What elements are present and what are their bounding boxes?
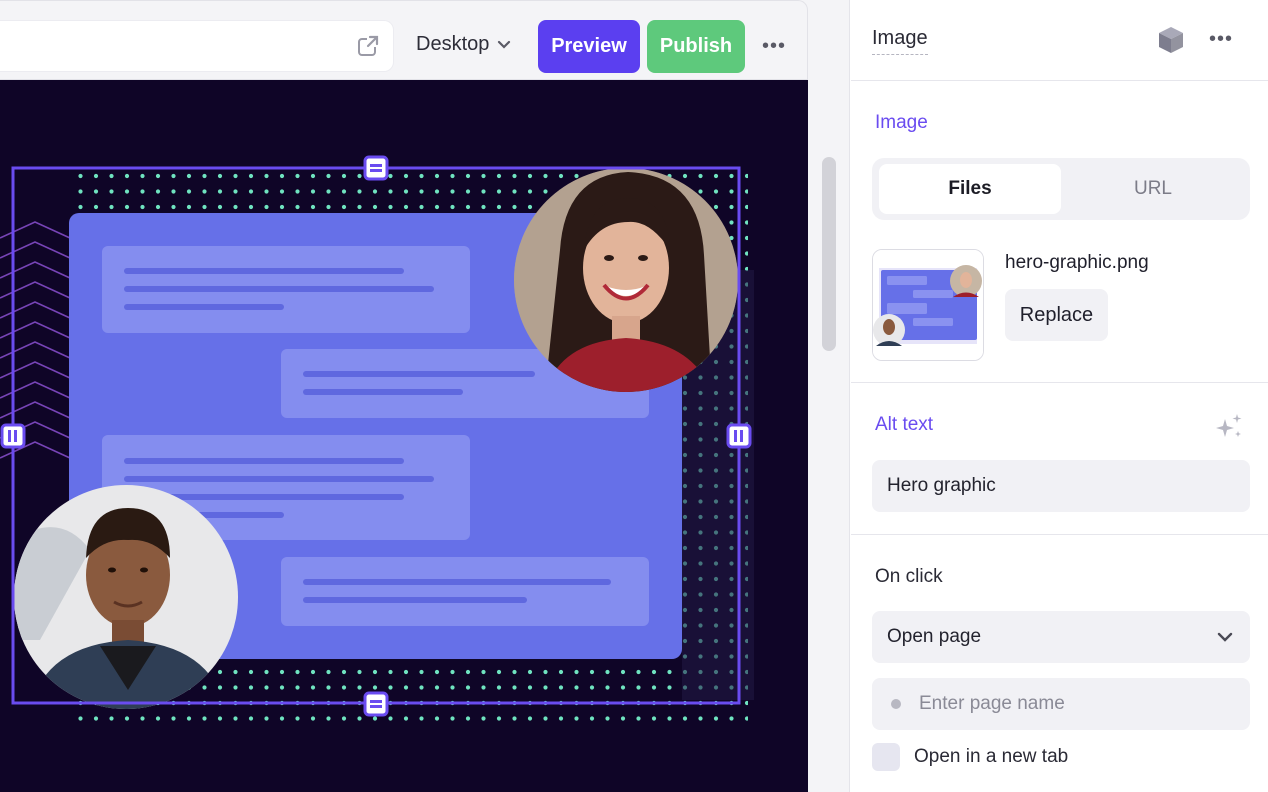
canvas-scrollbar[interactable]: [822, 157, 836, 351]
alt-text-label: Alt text: [875, 414, 934, 435]
panel-header: Image •••: [851, 0, 1268, 81]
alt-text-section: Alt text Hero graphic: [851, 383, 1268, 535]
chevron-down-icon: [498, 40, 511, 49]
properties-panel: Image ••• Image Files URL hero-graphic.p…: [851, 0, 1268, 792]
sparkle-icon[interactable]: [1213, 411, 1245, 443]
click-action-select[interactable]: Open page: [872, 611, 1250, 663]
cube-icon[interactable]: [1155, 24, 1187, 56]
editor-area: Desktop Preview Publish •••: [0, 0, 850, 792]
device-select[interactable]: Desktop: [416, 33, 511, 56]
chat-bubble: [281, 557, 649, 626]
click-action-value: Open page: [887, 626, 982, 647]
external-link-icon[interactable]: [357, 35, 379, 57]
url-bar[interactable]: [0, 20, 394, 72]
image-section: Image Files URL hero-graphic.png Replace: [851, 81, 1268, 383]
page-name-input[interactable]: Enter page name: [872, 678, 1250, 730]
new-tab-label: Open in a new tab: [914, 746, 1069, 767]
editor-toolbar: Desktop Preview Publish •••: [0, 0, 808, 80]
on-click-section: On click Open page Enter page name Open …: [851, 535, 1268, 792]
hero-graphic[interactable]: [0, 80, 808, 792]
more-icon[interactable]: •••: [762, 35, 786, 58]
resize-handle[interactable]: [0, 423, 26, 449]
image-filename: hero-graphic.png: [1005, 252, 1149, 273]
avatar-woman: [514, 168, 738, 392]
more-icon[interactable]: •••: [1209, 28, 1233, 51]
page-name-placeholder: Enter page name: [919, 693, 1065, 714]
resize-handle[interactable]: [363, 691, 389, 717]
on-click-label: On click: [875, 566, 943, 587]
panel-title[interactable]: Image: [872, 27, 928, 55]
new-tab-checkbox[interactable]: [872, 743, 900, 771]
replace-button[interactable]: Replace: [1005, 289, 1108, 341]
preview-button[interactable]: Preview: [538, 20, 640, 73]
tab-files[interactable]: Files: [879, 164, 1061, 214]
image-thumbnail[interactable]: [872, 249, 984, 361]
resize-handle[interactable]: [363, 155, 389, 181]
design-canvas[interactable]: [0, 80, 808, 792]
resize-handle[interactable]: [726, 423, 752, 449]
image-section-label: Image: [875, 112, 928, 133]
device-label: Desktop: [416, 33, 490, 55]
alt-text-input[interactable]: Hero graphic: [872, 460, 1250, 512]
publish-button[interactable]: Publish: [647, 20, 745, 73]
new-tab-option[interactable]: Open in a new tab: [872, 743, 1068, 771]
chevron-down-icon: [1217, 632, 1233, 642]
source-toggle: Files URL: [872, 158, 1250, 220]
chat-bubble: [102, 246, 470, 333]
tab-url[interactable]: URL: [1062, 164, 1244, 214]
chevron-pattern: [0, 221, 71, 459]
avatar-man: [14, 485, 238, 709]
dot-icon: [891, 699, 901, 709]
